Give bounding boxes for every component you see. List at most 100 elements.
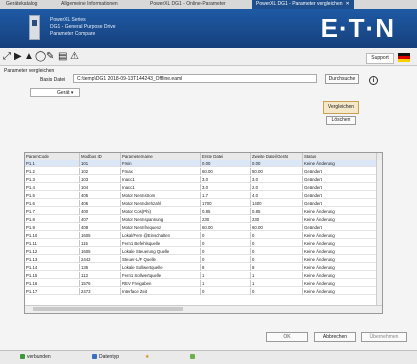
column-header[interactable]: ParamCode [25,153,80,160]
table-cell: Geändert [303,192,377,199]
table-cell: 0 [251,240,303,247]
table-row[interactable]: P1.13 2442 Steuer-L/F Quelle 0 0 Keine Änderu… [25,256,382,263]
support-button[interactable]: Support [366,53,394,64]
table-cell: Geändert [303,224,377,231]
table-cell: 407 [80,216,121,223]
tab-parameter-compare[interactable]: PowerXL DG1 - Parameter vergleichen ✕ [252,0,354,9]
table-cell: Keine Änderung [303,240,377,247]
play-icon[interactable]: ▶ [14,52,22,62]
tab-general-info[interactable]: Allgemeine Informationen [57,0,122,9]
table-cell: 1605 [80,248,121,255]
device-icon[interactable]: ▤ [58,52,67,62]
table-cell: Interface Zeit [121,288,201,295]
horizontal-scrollbar[interactable] [25,305,382,313]
table-cell: P1.7 [25,208,80,215]
compare-target-select[interactable]: Gerät ▾ [30,88,80,97]
table-cell: 1605 [80,232,121,239]
table-cell: 0.00 [251,160,303,167]
signature-icon[interactable]: ✎ [46,52,54,62]
info-icon[interactable]: i [369,76,378,85]
table-cell: P1.17 [25,288,80,295]
table-row[interactable]: P1.11 115 Fern1 Befehlsquelle 0 0 Keine Änder… [25,240,382,247]
ok-button[interactable]: OK [266,332,308,342]
table-cell: 0 [201,240,251,247]
table-row[interactable]: P1.14 135 Lokale Sollwertquelle 8 8 Keine Änd… [25,264,382,271]
datatype-icon [92,354,97,360]
table-row[interactable]: P1.2 102 Fmax 60.00 50.00 Geändert [25,168,382,175]
table-row[interactable]: P1.5 405 Motor Nennstrom 1.7 4.0 Geändert [25,192,382,199]
table-cell: Motor Nenndrehzahl [121,200,201,207]
table-cell: Keine Änderung [303,264,377,271]
table-cell: P1.16 [25,280,80,287]
table-row[interactable]: P1.3 103 Inacc1 3.0 3.0 Geändert [25,176,382,183]
table-cell: 60.00 [201,224,251,231]
table-cell: P1.11 [25,240,80,247]
tab-device-catalog[interactable]: Gerätekatalog [2,0,41,9]
scrollbar-thumb[interactable] [33,307,183,311]
apply-button[interactable]: Übernehmen [361,332,407,342]
table-cell: Motor Nennfrequenz [121,224,201,231]
delete-button[interactable]: Löschen [326,116,356,125]
table-cell: 230 [201,216,251,223]
table-cell: 115 [80,240,121,247]
table-cell: 102 [80,168,121,175]
table-cell: P1.3 [25,176,80,183]
connection-status: verbunden [20,354,51,360]
table-row[interactable]: P1.9 408 Motor Nennfrequenz 60.00 60.00 Geänd… [25,224,382,231]
table-cell: 2473 [80,288,121,295]
table-cell: 0 [251,256,303,263]
table-cell: Keine Änderung [303,216,377,223]
alert-icon[interactable]: ⚠ [70,52,79,62]
table-cell: P1.12 [25,248,80,255]
eaton-logo: E·T·N [320,13,395,43]
table-cell: 1 [201,280,251,287]
column-header[interactable]: Zweite Datei/Gerät [251,153,303,160]
warning-icon[interactable]: ▲ [24,52,34,62]
table-cell: Fmin [121,160,201,167]
status-indicator [190,354,197,360]
table-row[interactable]: P1.6 406 Motor Nenndrehzahl 1700 1400 Geänder… [25,200,382,207]
chevron-down-icon: ▾ [69,90,74,96]
column-header[interactable]: Status [303,153,377,160]
table-cell: 8 [201,264,251,271]
table-cell: 135 [80,264,121,271]
table-cell: P1.15 [25,272,80,279]
table-cell: P1.8 [25,216,80,223]
table-cell: 3.0 [201,184,251,191]
base-file-input[interactable]: C:\temp\DG1 2018-09-13T144243_Offline.ea… [73,74,317,83]
table-row[interactable]: P1.17 2473 Interface Zeit 0 0 Keine Änderung [25,288,382,295]
table-cell: Motor Nennstrom [121,192,201,199]
table-row[interactable]: P1.15 113 Fern1 Sollwertquelle 1 1 Keine Ände… [25,272,382,279]
close-icon[interactable]: ✕ [346,1,350,7]
base-file-label: Basis Datei [40,77,66,83]
compare-button[interactable]: Vergleichen [323,101,359,114]
table-cell: 1.7 [201,192,251,199]
tab-online-parameter[interactable]: PowerXL DG1 - Online-Parameter [146,0,230,9]
table-row[interactable]: P1.16 1576 REV Freigaben 1 1 Keine Änderung [25,280,382,287]
table-cell: 0 [251,232,303,239]
column-header[interactable]: Erste Datei [201,153,251,160]
language-flag-icon[interactable] [398,53,410,62]
header-device: DG1 - General Purpose Drive [50,24,116,30]
connect-icon[interactable]: ⤢ [3,52,11,62]
table-cell: Keine Änderung [303,232,377,239]
stop-icon[interactable]: ◯ [35,52,46,62]
table-cell: P1.10 [25,232,80,239]
table-row[interactable]: P1.12 1605 Lokale Steuerung Quelle 0 0 Keine … [25,248,382,255]
table-cell: 8 [251,264,303,271]
table-cell: Keine Änderung [303,288,377,295]
table-row[interactable]: P1.10 1605 Lokal/Fern @Einschalten 0 0 Keine … [25,232,382,239]
table-row[interactable]: P1.8 407 Motor Nennspannung 230 230 Keine Änd… [25,216,382,223]
table-row[interactable]: P1.4 104 Inacc1 3.0 2.0 Geändert [25,184,382,191]
table-cell: 408 [80,224,121,231]
table-cell: 0 [201,288,251,295]
cancel-button[interactable]: Abbrechen [314,332,356,342]
table-row[interactable]: P1.1 101 Fmin 0.00 0.00 Keine Änderung [25,160,382,167]
browse-button[interactable]: Durchsuche [325,74,359,84]
vertical-scrollbar[interactable] [376,160,382,306]
table-cell: 406 [80,200,121,207]
column-header[interactable]: Parametername [121,153,201,160]
table-cell: P1.1 [25,160,80,167]
table-row[interactable]: P1.7 400 Motor Cos(Phi) 0.85 0.85 Keine Änder… [25,208,382,215]
column-header[interactable]: Modbus ID [80,153,121,160]
